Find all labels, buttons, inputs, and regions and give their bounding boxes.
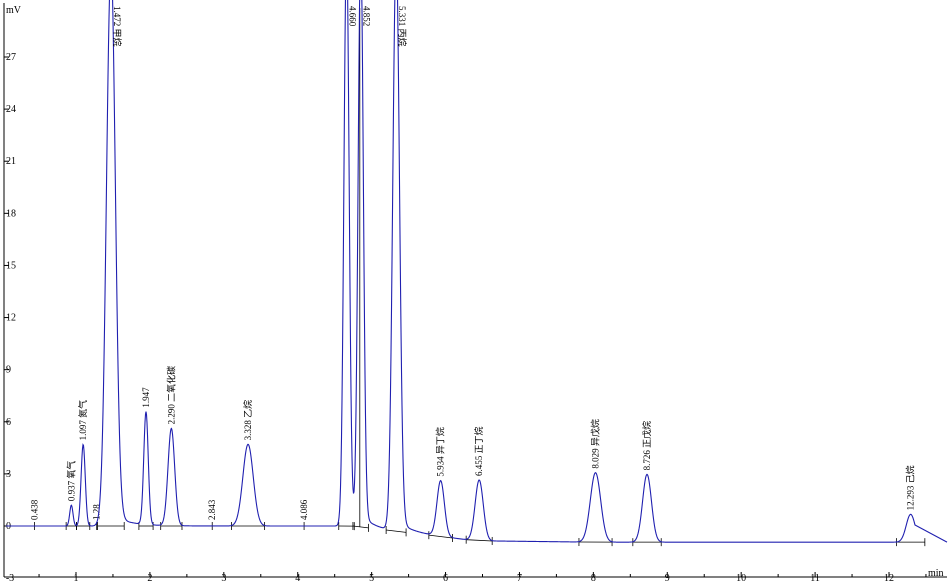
- y-tick-label: 18: [6, 208, 16, 219]
- y-tick-label: 9: [6, 365, 11, 376]
- chromatogram-chart: mV min 2724211815129630 -3 1 2 3 4 5 6 7 8 9 10 11 1…: [3, 0, 948, 584]
- peak-label: 1.947: [141, 387, 151, 408]
- peak-label: 1.097 氮气: [77, 400, 88, 441]
- peak-label: 8.029 异戊烷: [590, 419, 601, 469]
- y-axis-unit-label: mV: [6, 5, 22, 16]
- integration-baseline: [65, 8, 926, 547]
- y-tick-label: 27: [6, 52, 16, 63]
- peak-label: 5.934 异丁烷: [435, 427, 446, 477]
- x-tick-label: 4: [295, 573, 300, 584]
- peak-baseline-segment: [352, 525, 369, 529]
- x-tick-label: 1: [74, 573, 79, 584]
- y-tick-label: 24: [6, 104, 16, 115]
- x-axis-ticks: -3 1 2 3 4 5 6 7 8 9 10 11 12: [6, 572, 927, 584]
- y-tick-label: 3: [6, 469, 11, 480]
- x-tick-label: 7: [517, 573, 522, 584]
- x-tick-label: 12: [884, 573, 894, 584]
- x-tick-label: 2: [147, 573, 152, 584]
- peak-label: 5.331 丙烷: [397, 6, 408, 47]
- peak-label: 12.293 己烷: [905, 465, 916, 510]
- y-tick-label: 12: [6, 313, 16, 324]
- y-axis-ticks: 2724211815129630: [4, 52, 16, 532]
- x-tick-label: 9: [665, 573, 670, 584]
- baseline-event-label: 4.086: [299, 499, 309, 520]
- x-tick-label: 11: [810, 573, 820, 584]
- peak-labels: 0.937 氧气 1.097 氮气 1.472 甲烷 1.947 2.290 二氧化碳 3…: [65, 6, 915, 510]
- x-tick-label: 10: [736, 573, 746, 584]
- y-tick-label: 15: [6, 260, 16, 271]
- y-tick-label: 21: [6, 156, 16, 167]
- x-tick-label: 3: [221, 573, 226, 584]
- peak-label: 6.455 正丁烷: [473, 426, 484, 476]
- x-tick-label: -3: [6, 573, 14, 584]
- peak-baseline-segment: [466, 539, 493, 542]
- peak-label: 1.472 甲烷: [112, 6, 123, 47]
- peak-label: 4.852: [362, 6, 372, 26]
- baseline-event-label: 0.438: [29, 499, 39, 520]
- baseline-event-label: 2.843: [207, 499, 217, 520]
- x-axis-unit-label: min: [928, 568, 944, 579]
- y-tick-label: 6: [6, 417, 11, 428]
- peak-label: 2.290 二氧化碳: [165, 366, 176, 425]
- peak-baseline-segment: [428, 534, 453, 539]
- peak-label: 4.660: [348, 6, 358, 27]
- peak-label: 8.726 正戊烷: [641, 421, 652, 471]
- peak-label: 3.328 乙烷: [242, 400, 253, 441]
- peak-baseline-segment: [386, 529, 407, 533]
- x-tick-label: 8: [591, 573, 596, 584]
- x-tick-label: 5: [369, 573, 374, 584]
- peak-label: 0.937 氧气: [65, 461, 76, 502]
- x-tick-label: 6: [443, 573, 448, 584]
- baseline-event-label: 1.28: [92, 504, 102, 520]
